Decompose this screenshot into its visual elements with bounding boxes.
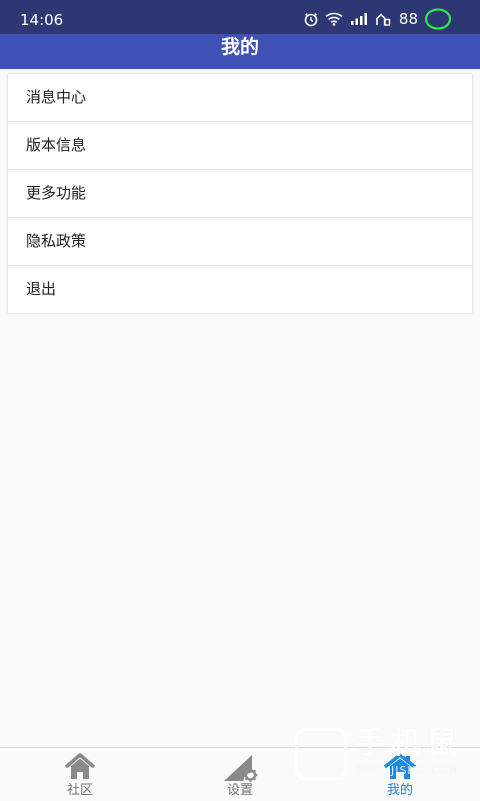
tab-community-label: 社区: [66, 783, 93, 798]
page-title: 我的: [220, 36, 259, 58]
status-bar: 14:06 88: [0, 0, 480, 34]
menu-item-more-features[interactable]: 更多功能: [8, 170, 472, 218]
battery-level: 88: [398, 10, 418, 28]
tab-community[interactable]: 社区: [0, 748, 160, 801]
menu-item-logout[interactable]: 退出: [8, 266, 472, 313]
wifi-icon: [325, 12, 343, 26]
app-bar: 我的: [0, 34, 480, 69]
alarm-icon: [303, 11, 319, 27]
tab-settings-label: 设置: [226, 783, 253, 798]
signal-icon: [349, 12, 369, 26]
profile-home-icon: [382, 752, 418, 782]
status-time: 14:06: [20, 11, 64, 29]
hd-signal-icon: [375, 12, 391, 26]
menu-item-privacy[interactable]: 隐私政策: [8, 218, 472, 266]
settings-icon: [222, 752, 258, 782]
tab-mine[interactable]: 我的: [320, 748, 480, 801]
battery-ring-icon: [424, 8, 452, 30]
bottom-nav: 社区 设置 我的: [0, 747, 480, 801]
status-icons: 88: [303, 8, 452, 30]
menu-item-messages[interactable]: 消息中心: [8, 74, 472, 122]
home-icon: [62, 752, 98, 782]
tab-settings[interactable]: 设置: [160, 748, 320, 801]
menu-item-version[interactable]: 版本信息: [8, 122, 472, 170]
menu-list: 消息中心 版本信息 更多功能 隐私政策 退出: [8, 74, 472, 313]
tab-mine-label: 我的: [386, 783, 413, 798]
